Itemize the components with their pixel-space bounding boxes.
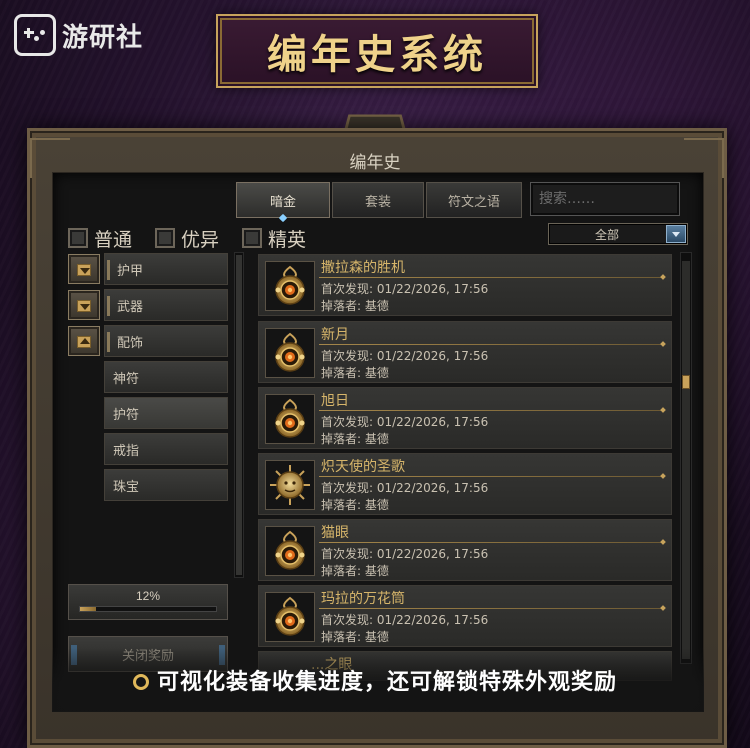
sidebar-item-accessories[interactable]: 配饰: [104, 325, 228, 357]
gamepad-logo-icon: [14, 14, 56, 56]
item-divider: [319, 476, 663, 477]
item-first-found: 首次发现: 01/22/2026, 17:56: [321, 282, 489, 296]
tab-runeword[interactable]: 符文之语: [426, 182, 522, 218]
watermark-text: 游研社: [62, 22, 144, 53]
item-card[interactable]: 旭日首次发现: 01/22/2026, 17:56 掉落者: 基德: [258, 387, 672, 449]
scrollbar-thumb[interactable]: [682, 375, 690, 389]
item-dropped-by: 掉落者: 基德: [321, 299, 389, 313]
item-name: 撒拉森的胜机: [321, 260, 405, 276]
dropdown-value: 全部: [594, 227, 619, 242]
sidebar-item-weapons[interactable]: 武器: [104, 289, 228, 321]
item-first-found: 首次发现: 01/22/2026, 17:56: [321, 415, 489, 429]
sidebar-scrollbar[interactable]: [234, 252, 244, 578]
filter-exceptional[interactable]: 优异: [155, 224, 219, 252]
item-card[interactable]: 玛拉的万花筒首次发现: 01/22/2026, 17:56 掉落者: 基德: [258, 585, 672, 647]
checkbox[interactable]: [242, 228, 262, 248]
chevron-down-icon: [77, 264, 91, 276]
item-divider: [319, 410, 663, 411]
sidebar-item-rings[interactable]: 戒指: [104, 433, 228, 465]
banner-title: 编年史系统: [267, 32, 487, 78]
progress-fill: [80, 607, 97, 611]
item-name: 玛拉的万花筒: [321, 591, 405, 607]
item-first-found: 首次发现: 01/22/2026, 17:56: [321, 547, 489, 561]
caption: 可视化装备收集进度，还可解锁特殊外观奖励: [0, 664, 750, 696]
chevron-down-icon: [77, 300, 91, 312]
sidebar-item-amulets[interactable]: 护符: [104, 397, 228, 429]
amulet-icon: [265, 261, 315, 311]
collapse-accessories-button[interactable]: [68, 326, 100, 356]
item-dropped-by: 掉落者: 基德: [321, 630, 389, 644]
filter-label: 普通: [94, 228, 133, 251]
amulet-icon: [265, 328, 315, 378]
item-first-found: 首次发现: 01/22/2026, 17:56: [321, 613, 489, 627]
item-name: 旭日: [321, 393, 349, 409]
search-input[interactable]: [530, 182, 680, 216]
chevron-up-icon: [77, 336, 91, 348]
amulet-icon: [265, 592, 315, 642]
item-first-found: 首次发现: 01/22/2026, 17:56: [321, 481, 489, 495]
expand-weapons-button[interactable]: [68, 290, 100, 320]
item-divider: [319, 542, 663, 543]
filter-normal[interactable]: 普通: [68, 224, 132, 252]
item-card[interactable]: 猫眼首次发现: 01/22/2026, 17:56 掉落者: 基德: [258, 519, 672, 581]
item-list-scrollbar[interactable]: [680, 252, 692, 664]
scrollbar-track: [682, 261, 690, 659]
item-dropped-by: 掉落者: 基德: [321, 366, 389, 380]
item-divider: [319, 344, 663, 345]
scrollbar-thumb[interactable]: [236, 255, 242, 575]
tab-set[interactable]: 套装: [332, 182, 424, 218]
filter-label: 优异: [181, 228, 220, 251]
category-dropdown[interactable]: 全部: [548, 223, 688, 245]
checkbox[interactable]: [68, 228, 88, 248]
item-dropped-by: 掉落者: 基德: [321, 498, 389, 512]
window-title: 编年史: [349, 153, 401, 173]
item-card[interactable]: 炽天使的圣歌首次发现: 01/22/2026, 17:56 掉落者: 基德: [258, 453, 672, 515]
amulet-icon: [265, 526, 315, 576]
item-dropped-by: 掉落者: 基德: [321, 564, 389, 578]
item-name: 新月: [321, 327, 349, 343]
sidebar-item-armor[interactable]: 护甲: [104, 253, 228, 285]
item-card[interactable]: 新月首次发现: 01/22/2026, 17:56 掉落者: 基德: [258, 321, 672, 383]
tab-unique[interactable]: 暗金: [236, 182, 330, 218]
filter-label: 精英: [268, 228, 307, 251]
item-divider: [319, 608, 663, 609]
sidebar-item-charms[interactable]: 神符: [104, 361, 228, 393]
progress-track: [79, 606, 217, 612]
item-divider: [319, 277, 663, 278]
sidebar-item-jewels[interactable]: 珠宝: [104, 469, 228, 501]
item-name: 猫眼: [321, 525, 349, 541]
expand-armor-button[interactable]: [68, 254, 100, 284]
chevron-down-icon[interactable]: [666, 225, 686, 243]
filter-elite[interactable]: 精英: [242, 224, 306, 252]
item-first-found: 首次发现: 01/22/2026, 17:56: [321, 349, 489, 363]
circle-bullet-icon: [132, 674, 149, 690]
item-dropped-by: 掉落者: 基德: [321, 432, 389, 446]
title-banner: 编年史系统: [216, 14, 538, 88]
progress-label: 12%: [135, 589, 161, 603]
caption-text: 可视化装备收集进度，还可解锁特殊外观奖励: [156, 670, 617, 695]
collection-progress: 12%: [68, 584, 228, 620]
item-card[interactable]: 撒拉森的胜机首次发现: 01/22/2026, 17:56 掉落者: 基德: [258, 254, 672, 316]
watermark: 游研社: [14, 14, 143, 56]
amulet-icon: [265, 394, 315, 444]
sun-amulet-icon: [265, 460, 315, 510]
checkbox[interactable]: [155, 228, 175, 248]
item-name: 炽天使的圣歌: [321, 459, 405, 475]
